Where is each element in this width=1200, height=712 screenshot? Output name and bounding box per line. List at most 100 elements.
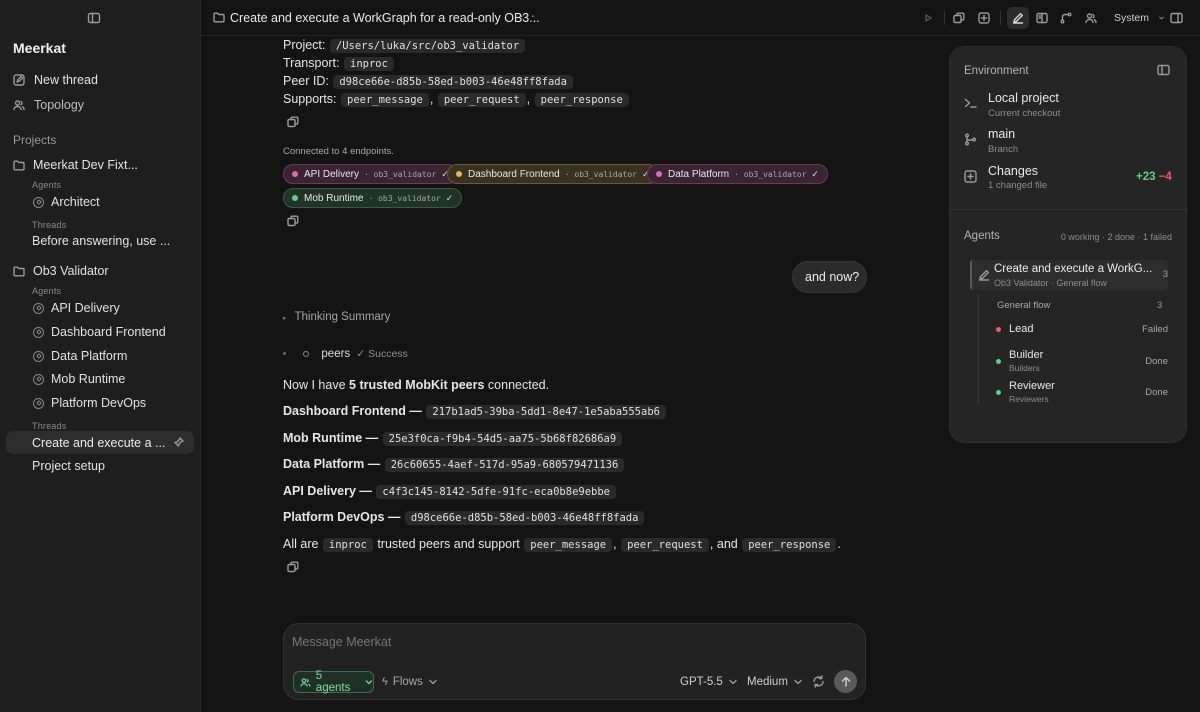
projects-heading: Projects [13,133,57,147]
sidebar-thread[interactable]: Before answering, use ... [0,230,201,252]
pin-icon[interactable] [174,437,184,447]
project-meerkat-dev[interactable]: Meerkat Dev Fixt... [0,154,201,176]
topology-label: Topology [34,98,85,112]
copy-icon[interactable] [286,115,300,129]
send-button[interactable] [834,670,857,693]
agents-heading: Agents [32,286,62,296]
member-status: Done [1145,387,1168,398]
sidebar-thread-active[interactable]: Create and execute a ... [6,431,194,454]
lines-added: +23 [1136,171,1156,183]
inline-code: peer_response [742,538,837,552]
flow-run-item[interactable]: Create and execute a WorkG... Ob3 Valida… [970,260,1168,290]
sidebar-thread[interactable]: Project setup [0,455,201,477]
pencil-icon [1012,13,1024,24]
endpoint-chip[interactable]: Dashboard Frontend · ob3_validator ✓ [447,164,659,184]
flow-run-title: Create and execute a WorkG... [994,263,1153,275]
tool-icon [303,350,310,357]
threads-heading: Threads [32,421,67,431]
duplicate-button[interactable] [949,8,969,28]
member-row-reviewer[interactable]: Reviewer Reviewers Done [996,379,1168,404]
sidebar-agent-data-platform[interactable]: Data Platform [0,345,201,367]
agent-icon [33,350,44,362]
tool-call-row[interactable]: peers ✓ Success [283,348,408,360]
member-row-lead[interactable]: Lead Failed [996,322,1168,340]
split-view-button[interactable] [1032,8,1052,28]
message-input[interactable] [292,632,852,652]
member-name: Builder [1009,349,1044,361]
play-icon [925,13,933,23]
toggle-sidebar-button[interactable] [87,11,101,25]
thread-label: Create and execute a ... [32,435,166,450]
environment-heading: Environment [964,65,1029,77]
add-button[interactable] [974,8,994,28]
inline-code: peer_request [437,93,526,107]
agent-label: Dashboard Frontend [51,325,166,339]
refresh-button[interactable] [812,675,826,689]
summary-bold: 5 trusted MobKit peers [349,378,485,392]
sidebar-agent-platform-devops[interactable]: Platform DevOps [0,392,201,414]
connected-text: Connected to 4 endpoints. [283,146,394,157]
theme-select[interactable]: System [1106,7,1164,29]
sidebar-agent-api-delivery[interactable]: API Delivery [0,297,201,319]
bolt-icon: ϟ [382,676,388,688]
tool-name: peers [321,348,351,360]
agent-label: Platform DevOps [51,396,147,410]
plus-square-icon [978,12,990,24]
diff-icon [964,170,977,183]
run-button[interactable] [918,8,938,28]
panel-icon [1157,64,1170,76]
more-button[interactable]: ··· [519,7,536,23]
model-select[interactable]: GPT-5.5 [680,671,737,693]
agents-heading: Agents [964,230,1000,242]
peer-id: c4f3c145-8142-5dfe-91fc-eca0b8e9ebbe [376,485,616,499]
endpoint-chip[interactable]: API Delivery · ob3_validator ✓ [283,164,458,184]
sidebar-agent-dashboard-frontend[interactable]: Dashboard Frontend [0,321,201,343]
collapse-panel-button[interactable] [1157,64,1171,78]
columns-icon [1036,12,1048,24]
toggle-panel-button[interactable] [1166,8,1186,28]
thinking-summary-toggle[interactable]: ▸ Thinking Summary [283,311,390,323]
peer-name: API Delivery — [283,484,372,498]
endpoint-project: · ob3_validator [564,169,637,179]
copy-icon[interactable] [286,560,300,574]
new-thread-button[interactable]: New thread [0,69,201,91]
endpoint-name: Data Platform [668,168,730,180]
info-project: Project: /Users/luka/src/ob3_validator [283,38,526,53]
member-role: Builders [1009,363,1040,373]
agent-label: Data Platform [51,349,128,363]
final-text-part: All are [283,537,322,551]
flow-button[interactable] [1056,8,1076,28]
topology-button[interactable]: Topology [0,94,201,116]
branch-icon [965,133,976,146]
sidebar-agent-architect[interactable]: Architect [0,191,201,213]
endpoint-chip[interactable]: Data Platform · ob3_validator ✓ [647,164,828,184]
summary-post: connected. [484,378,550,392]
inline-code: /Users/luka/src/ob3_validator [329,39,526,53]
status-dot [996,390,1001,395]
peer-line: Platform DevOps — d98ce66e-d85b-58ed-b00… [283,510,645,525]
edit-mode-button[interactable] [1007,7,1029,29]
info-label: Peer ID: [283,74,329,88]
sidebar-agent-mob-runtime[interactable]: Mob Runtime [0,368,201,390]
check-icon: ✓ [811,168,819,179]
member-name: Lead [1009,323,1034,335]
endpoint-chip[interactable]: Mob Runtime · ob3_validator ✓ [283,188,463,208]
thinking-label: Thinking Summary [294,311,391,323]
effort-select[interactable]: Medium [747,671,802,693]
chevron-down-icon [429,679,437,685]
flows-select[interactable]: ϟ Flows [382,671,437,693]
agents-button[interactable] [1081,8,1101,28]
env-changes-sub: 1 changed file [988,180,1048,191]
agents-select[interactable]: 5 agents [293,670,374,694]
peer-line: Dashboard Frontend — 217b1ad5-39ba-5dd1-… [283,404,667,419]
copy-icon[interactable] [286,214,300,228]
endpoint-name: Mob Runtime [304,192,364,204]
sidebar: Meerkat New thread Topology Projects Mee… [0,0,201,712]
final-text: All are inproc trusted peers and support… [283,537,841,552]
project-ob3-validator[interactable]: Ob3 Validator [0,260,201,282]
terminal-icon [964,98,977,108]
endpoint-name: API Delivery [304,168,360,180]
flows-select-label: Flows [392,676,423,688]
member-row-builder[interactable]: Builder Builders Done [996,348,1168,373]
info-label: Transport: [283,56,340,70]
